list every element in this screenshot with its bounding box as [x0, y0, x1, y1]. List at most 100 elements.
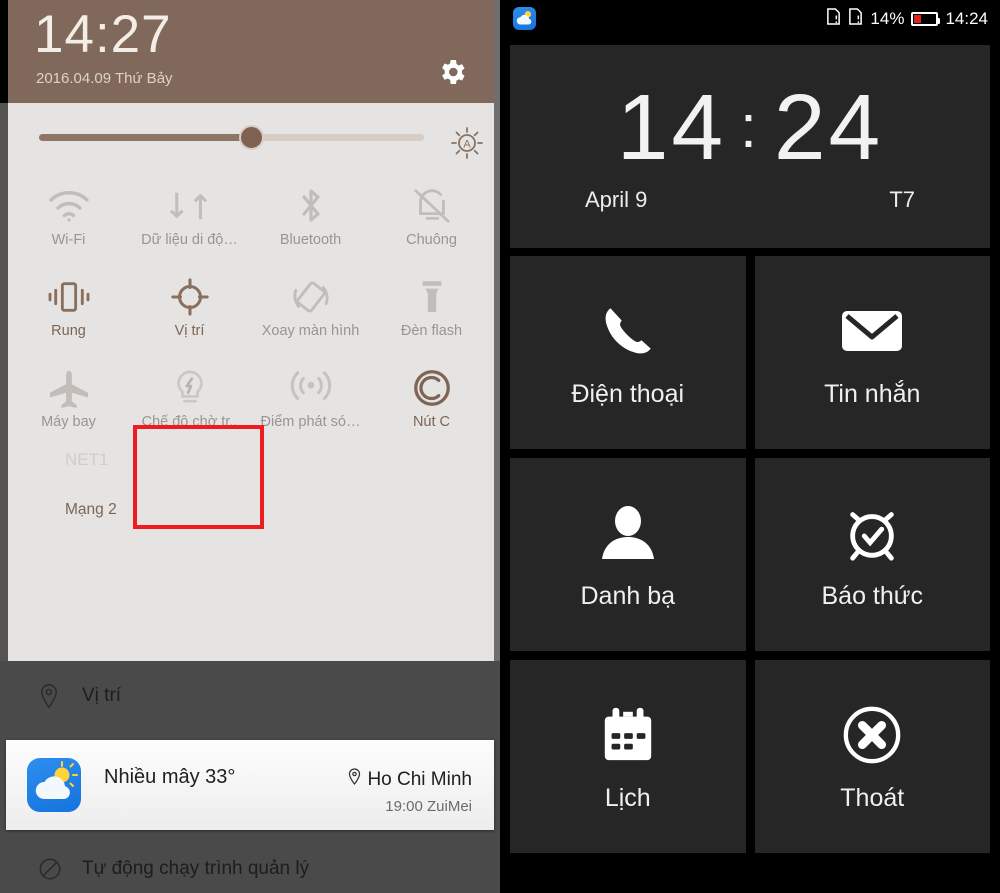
weather-city: Ho Chi Minh: [347, 767, 472, 792]
location-crosshair-icon: [170, 270, 210, 324]
highlight-box-power-saving: [133, 425, 264, 529]
toggle-label: Chuông: [406, 232, 457, 248]
svg-text:A: A: [463, 139, 471, 151]
clock-widget-subline: April 9 T7: [585, 187, 915, 213]
toggle-label: Vị trí: [174, 323, 205, 339]
clock-weekday: T7: [889, 186, 915, 212]
brightness-row: A: [8, 103, 494, 175]
toggle-row-1: Wi-Fi Dữ liệu di độ… Bluetooth Chuông: [8, 179, 494, 270]
battery-percent: 14%: [870, 8, 905, 28]
app-tile-exit[interactable]: Thoát: [754, 660, 990, 853]
weather-cloudy-sun-icon: [513, 7, 536, 30]
right-edge-shadow: [493, 0, 500, 661]
sim2-icon: [848, 7, 863, 31]
toggle-location[interactable]: Vị trí: [129, 270, 250, 361]
weather-city-label: Ho Chi Minh: [367, 768, 472, 790]
toggle-wifi[interactable]: Wi-Fi: [8, 179, 129, 270]
app-tile-label: Lịch: [604, 784, 651, 812]
gear-icon[interactable]: [436, 56, 468, 88]
toggle-label: Wi-Fi: [51, 232, 86, 248]
ringer-muted-icon: [411, 179, 453, 233]
toggle-flashlight[interactable]: Đèn flash: [371, 270, 492, 361]
contact-person-icon: [598, 498, 658, 568]
flashlight-icon: [419, 270, 445, 324]
app-tile-messages[interactable]: Tin nhắn: [754, 256, 990, 449]
toggle-airplane[interactable]: Máy bay: [8, 361, 129, 452]
status-bar-right-cluster: 14% 14:24: [826, 0, 988, 37]
right-phone-screen: 14% 14:24 14 : 24 April 9 T7 Điện thoại …: [500, 0, 1000, 893]
block-circle-icon: [38, 857, 72, 881]
quick-settings-panel: 14:27 2016.04.09 Thứ Bảy A Wi-Fi Dữ liệu…: [8, 0, 494, 661]
c-button-icon: [411, 361, 453, 415]
app-tile-calendar[interactable]: Lịch: [510, 660, 746, 853]
location-pin-icon: [38, 683, 72, 710]
battery-low-icon: [911, 11, 941, 26]
app-tile-grid: Điện thoại Tin nhắn Danh bạ Báo thức Lịc…: [510, 256, 990, 853]
toggle-bluetooth[interactable]: Bluetooth: [250, 179, 371, 270]
app-tile-phone[interactable]: Điện thoại: [510, 256, 746, 449]
vibrate-icon: [47, 270, 91, 324]
notification-row-automanager[interactable]: Tự động chạy trình quản lý: [0, 834, 309, 893]
clock-hours: 14: [616, 74, 727, 179]
clock-widget[interactable]: 14 : 24 April 9 T7: [510, 45, 990, 248]
brightness-fill: [39, 134, 251, 141]
phone-icon: [597, 296, 659, 366]
exit-circle-x-icon: [841, 700, 903, 770]
calendar-icon: [599, 700, 657, 770]
status-bar-clock: 14:24: [945, 8, 988, 28]
panel-date: 2016.04.09 Thứ Bảy: [36, 70, 173, 87]
wifi-icon: [47, 179, 91, 233]
clock-widget-time: 14 : 24: [616, 74, 884, 179]
toggle-label: Nút C: [412, 414, 451, 430]
toggle-rotate[interactable]: Xoay màn hình: [250, 270, 371, 361]
quick-settings-header: 14:27 2016.04.09 Thứ Bảy: [8, 0, 494, 103]
hotspot-icon: [290, 361, 332, 415]
panel-clock: 14:27: [34, 5, 172, 64]
alarm-clock-icon: [841, 498, 903, 568]
app-tile-label: Thoát: [840, 784, 905, 812]
screenshot-root: 14:27 2016.04.09 Thứ Bảy A Wi-Fi Dữ liệu…: [0, 0, 1000, 893]
airplane-icon: [47, 361, 91, 415]
power-saving-bulb-icon: [174, 361, 206, 415]
toggle-label: Rung: [51, 323, 86, 339]
app-tile-contacts[interactable]: Danh bạ: [510, 458, 746, 651]
mobile-data-icon: [169, 179, 211, 233]
auto-brightness-icon[interactable]: A: [449, 125, 485, 161]
app-tile-alarm[interactable]: Báo thức: [754, 458, 990, 651]
toggle-label: Bluetooth: [279, 232, 342, 248]
envelope-icon: [840, 296, 904, 366]
app-tile-label: Tin nhắn: [824, 380, 921, 408]
notification-list: Vị trí Nhiều mây 33° Ho Chi Minh 19:00 Z…: [0, 661, 500, 893]
clock-date: April 9: [585, 186, 648, 212]
status-bar: 14% 14:24: [500, 0, 1000, 37]
brightness-slider[interactable]: [39, 125, 424, 150]
app-tile-label: Điện thoại: [571, 380, 685, 408]
toggle-vibrate[interactable]: Rung: [8, 270, 129, 361]
sim1-label[interactable]: NET1: [65, 450, 108, 470]
bluetooth-icon: [296, 179, 326, 233]
notification-row-location[interactable]: Vị trí: [0, 661, 500, 731]
toggle-grid: Wi-Fi Dữ liệu di độ… Bluetooth Chuông Ru…: [8, 175, 494, 452]
weather-subtitle: 19:00 ZuiMei: [385, 798, 472, 815]
app-tile-label: Danh bạ: [580, 582, 676, 610]
toggle-mobile-data[interactable]: Dữ liệu di độ…: [129, 179, 250, 270]
screen-rotate-icon: [290, 270, 332, 324]
toggle-label: Đèn flash: [400, 323, 463, 339]
location-pin-icon: [347, 767, 362, 792]
toggle-hotspot[interactable]: Điểm phát só…: [250, 361, 371, 452]
weather-title: Nhiều mây 33°: [104, 766, 236, 788]
toggle-label: Dữ liệu di độ…: [141, 232, 238, 248]
weather-cloudy-sun-icon: [27, 758, 81, 812]
toggle-row-2: Rung Vị trí Xoay màn hình Đèn flash: [8, 270, 494, 361]
toggle-label: Xoay màn hình: [261, 323, 360, 339]
notification-label: Vị trí: [82, 685, 122, 706]
toggle-label: Điểm phát só…: [260, 414, 361, 430]
toggle-c-button[interactable]: Nút C: [371, 361, 492, 452]
sim2-label[interactable]: Mạng 2: [65, 501, 117, 519]
weather-notification-card[interactable]: Nhiều mây 33° Ho Chi Minh 19:00 ZuiMei: [6, 740, 494, 830]
sim1-icon: [826, 7, 841, 31]
clock-separator: :: [740, 93, 760, 160]
brightness-knob[interactable]: [238, 125, 264, 150]
clock-minutes: 24: [773, 74, 884, 179]
toggle-ringer[interactable]: Chuông: [371, 179, 492, 270]
